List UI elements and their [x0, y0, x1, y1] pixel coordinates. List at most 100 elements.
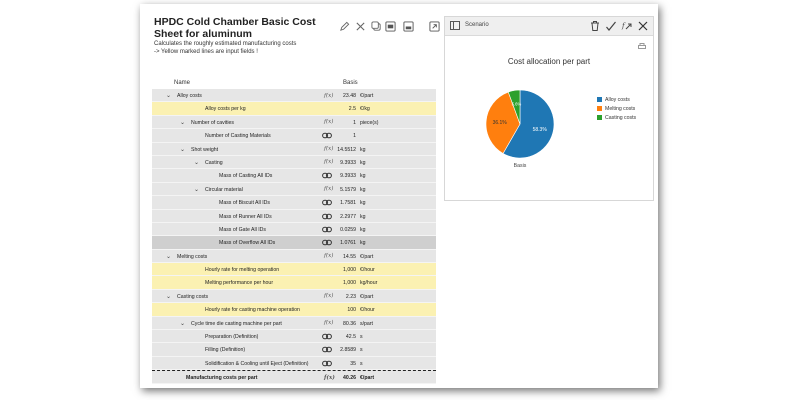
row-value[interactable]: 1,000 — [343, 267, 356, 273]
formula-icon[interactable]: f(x) — [324, 159, 333, 165]
table-row[interactable]: ⌄ Casting f(x) 9.3933 kg — [152, 155, 436, 170]
row-label: Circular material — [205, 186, 243, 193]
table-row[interactable]: ⌄ Shot weight f(x) 14.5512 kg — [152, 142, 436, 156]
link-icon[interactable] — [322, 346, 332, 353]
table-row[interactable]: Hourly rate for melting operation 1,000 €/… — [152, 263, 436, 277]
row-unit: piece(s) — [360, 119, 379, 126]
copy-icon[interactable] — [370, 20, 382, 32]
chevron-down-icon[interactable]: ⌄ — [194, 159, 199, 166]
table-row[interactable]: ⌄ Circular material f(x) 5.1579 kg — [152, 182, 436, 197]
column-header-basis: Basis — [343, 79, 358, 86]
link-icon[interactable] — [322, 239, 332, 246]
chevron-down-icon[interactable]: ⌄ — [180, 146, 185, 153]
legend-item[interactable]: Melting costs — [597, 104, 636, 113]
total-row: Manufacturing costs per part f(x) 40.26 … — [152, 370, 436, 384]
row-unit: kg — [360, 186, 366, 193]
row-value: 1.0761 — [340, 240, 356, 247]
row-unit: €/part — [360, 93, 374, 99]
formula-icon[interactable]: f(x) — [324, 146, 333, 152]
total-label: Manufacturing costs per part — [186, 375, 258, 382]
table-row[interactable]: ⌄ Alloy costs f(x) 23.48 €/part — [152, 89, 436, 103]
fx-swap-icon[interactable]: f — [620, 19, 633, 32]
row-value: 23.48 — [343, 93, 356, 99]
scenario-header: Scenario f — [445, 17, 653, 36]
row-value[interactable]: 2.5 — [349, 106, 356, 112]
delete-icon[interactable] — [588, 19, 601, 32]
row-unit: kg — [360, 226, 366, 233]
table-row[interactable]: Mass of Gate All IDs 0.0259 kg — [152, 222, 436, 237]
chevron-down-icon[interactable]: ⌄ — [194, 186, 199, 193]
formula-icon[interactable]: f(x) — [324, 253, 333, 259]
row-unit: kg — [360, 240, 366, 247]
chevron-down-icon[interactable]: ⌄ — [166, 253, 171, 260]
print-icon[interactable] — [638, 43, 646, 50]
table-row[interactable]: Hourly rate for casting machine operatio… — [152, 303, 436, 317]
edit-toolbar — [338, 20, 382, 32]
chevron-down-icon[interactable]: ⌄ — [180, 119, 185, 126]
row-value: 9.3933 — [340, 173, 356, 180]
row-label: Number of Casting Materials — [205, 133, 271, 140]
pencil-icon[interactable] — [338, 20, 350, 32]
table-row[interactable]: Mass of Overflow All IDs 1.0761 kg — [152, 236, 436, 250]
row-value: 14.5512 — [337, 146, 356, 153]
close-icon[interactable] — [354, 20, 366, 32]
row-unit: kg — [360, 159, 366, 166]
legend-item[interactable]: Alloy costs — [597, 95, 636, 104]
row-label: Cycle time die casting machine per part — [191, 320, 282, 327]
scenario-toolbar: f — [588, 19, 649, 32]
link-icon[interactable] — [322, 132, 332, 139]
formula-icon[interactable]: f(x) — [324, 93, 333, 99]
legend-item[interactable]: Casting costs — [597, 113, 636, 122]
close-panel-icon[interactable] — [636, 19, 649, 32]
link-icon[interactable] — [322, 172, 332, 179]
row-label: Melting costs — [177, 253, 208, 260]
link-icon[interactable] — [322, 333, 332, 340]
row-value: 9.3933 — [340, 159, 356, 166]
row-value: 2.8589 — [340, 347, 356, 354]
row-label: Casting costs — [177, 293, 209, 300]
link-icon[interactable] — [322, 199, 332, 206]
export-icon[interactable] — [428, 20, 440, 32]
row-label: Mass of Gate All IDs — [219, 226, 266, 233]
legend-swatch — [597, 97, 602, 102]
legend-label: Melting costs — [605, 105, 636, 112]
sheet-title: HPDC Cold Chamber Basic Cost Sheet for a… — [154, 16, 316, 40]
row-label: Casting — [205, 159, 223, 166]
link-icon[interactable] — [322, 226, 332, 233]
row-value[interactable]: 100 — [347, 307, 356, 313]
row-unit: €/hour — [360, 307, 375, 314]
table-row[interactable]: Mass of Runner All IDs 2.2977 kg — [152, 209, 436, 223]
row-value[interactable]: 1,000 — [343, 280, 356, 286]
table-row[interactable]: Solidification & Cooling until Eject (De… — [152, 356, 436, 371]
formula-icon[interactable]: f(x) — [324, 119, 333, 125]
table-row[interactable]: Number of Casting Materials 1 — [152, 129, 436, 143]
save-icon[interactable] — [402, 20, 414, 32]
scenario-panel: Scenario f Cost allocation per part 58.3… — [444, 16, 654, 201]
legend-label: Alloy costs — [605, 96, 630, 103]
table-row[interactable]: ⌄ Casting costs f(x) 2.23 €/part — [152, 289, 436, 304]
table-row[interactable]: Mass of Biscuit All IDs 1.7581 kg — [152, 196, 436, 210]
table-row[interactable]: Filling (Definition) 2.8589 s — [152, 343, 436, 357]
total-unit: €/part — [360, 375, 375, 382]
formula-icon[interactable]: f(x) — [324, 293, 333, 299]
table-row[interactable]: Mass of Casting All IDs 9.3933 kg — [152, 169, 436, 183]
table-row[interactable]: Preparation (Definition) 42.5 s — [152, 330, 436, 344]
sheet-description: Calculates the roughly estimated manufac… — [154, 41, 296, 56]
chevron-down-icon[interactable]: ⌄ — [166, 92, 171, 99]
table-row[interactable]: Melting performance per hour 1,000 kg/hour — [152, 276, 436, 290]
table-row[interactable]: ⌄ Number of cavities f(x) 1 piece(s) — [152, 115, 436, 130]
table-row[interactable]: ⌄ Cycle time die casting machine per part… — [152, 316, 436, 331]
row-value: 5.1579 — [340, 186, 356, 193]
chevron-down-icon[interactable]: ⌄ — [166, 293, 171, 300]
chevron-down-icon[interactable]: ⌄ — [180, 320, 185, 327]
formula-icon[interactable]: f(x) — [324, 186, 333, 192]
row-value: 14.55 — [343, 253, 356, 260]
total-value: 40.26 — [343, 375, 356, 382]
table-row[interactable]: Alloy costs per kg 2.5 €/kg — [152, 102, 436, 116]
formula-icon[interactable]: f(x) — [324, 320, 333, 326]
select-all-icon[interactable] — [604, 19, 617, 32]
panel-in-icon[interactable] — [384, 20, 396, 32]
table-row[interactable]: ⌄ Melting costs f(x) 14.55 €/part — [152, 249, 436, 264]
link-icon[interactable] — [322, 213, 332, 220]
link-icon[interactable] — [322, 360, 332, 367]
